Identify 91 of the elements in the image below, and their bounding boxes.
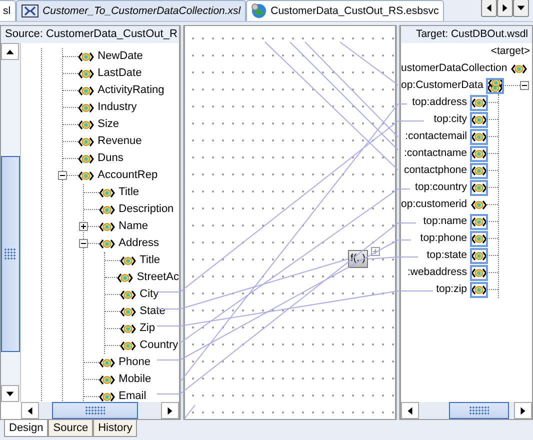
element-icon — [120, 340, 136, 350]
expand-toggle[interactable] — [520, 81, 530, 90]
element-icon — [78, 136, 94, 146]
tree-item[interactable]: top:state — [426, 247, 467, 264]
minus-icon — [80, 240, 87, 247]
scroll-left-button[interactable] — [481, 0, 497, 17]
plus-icon — [80, 223, 87, 230]
view-tab[interactable]: Source — [48, 420, 94, 437]
tree-item[interactable]: AccountRep — [98, 167, 158, 184]
mapper-file-icon — [20, 4, 39, 18]
tree-item[interactable]: Address — [118, 235, 160, 252]
scroll-thumb[interactable] — [1, 156, 20, 352]
tree-item[interactable]: top:city — [434, 111, 467, 128]
element-icon — [98, 374, 115, 384]
scroll-right-button[interactable] — [514, 402, 532, 419]
tree-item[interactable]: Industry — [98, 99, 137, 116]
mapping-line — [184, 404, 196, 418]
tree-item[interactable]: :webaddress — [407, 264, 467, 281]
tree-item[interactable]: Country — [140, 337, 178, 354]
element-icon — [78, 102, 94, 112]
tree-item[interactable]: StreetAc — [136, 269, 179, 286]
tree-item[interactable]: :contactemail — [405, 128, 467, 145]
tree-item[interactable]: :contactname — [404, 145, 467, 162]
tree-item[interactable]: Revenue — [98, 133, 142, 150]
element-icon — [98, 204, 115, 214]
element-icon — [78, 120, 94, 130]
tree-item[interactable]: op:CustomerData — [401, 77, 484, 94]
view-tab[interactable]: History — [93, 420, 138, 437]
element-icon — [98, 222, 115, 232]
vertical-scrollbar[interactable] — [1, 43, 21, 402]
tree-item[interactable]: Size — [98, 116, 120, 133]
element-icon — [98, 238, 115, 248]
element-icon — [98, 358, 115, 368]
element-icon — [120, 324, 136, 334]
tree-item[interactable]: Description — [118, 201, 174, 218]
element-icon — [98, 188, 115, 198]
element-icon — [78, 52, 94, 62]
scroll-left-button[interactable] — [401, 402, 419, 419]
plus-icon — [372, 248, 379, 255]
horizontal-scrollbar[interactable] — [401, 402, 532, 419]
expand-toggle[interactable] — [58, 171, 67, 180]
scroll-thumb[interactable] — [52, 402, 138, 419]
tree-item[interactable]: op:customerid — [401, 196, 467, 213]
tree-item[interactable]: City — [140, 286, 159, 303]
element-icon — [78, 68, 94, 78]
scroll-up-button[interactable] — [1, 43, 20, 60]
horizontal-scrollbar[interactable] — [21, 402, 179, 419]
tree-item[interactable]: Email — [118, 388, 146, 402]
element-icon — [78, 86, 94, 96]
editor-tab[interactable]: CustomerData_CustOut_RS.esbsvc — [246, 0, 444, 21]
tree-item[interactable]: Mobile — [118, 371, 152, 388]
tree-item[interactable]: top:country — [415, 179, 467, 196]
expand-toggle[interactable] — [78, 222, 88, 231]
tree-item[interactable]: LastDate — [98, 65, 142, 82]
tree-item[interactable]: ActivityRating — [98, 82, 164, 99]
editor-tab[interactable]: Customer_To_CustomerDataCollection.xsl — [16, 0, 246, 21]
tree-item[interactable]: top:phone — [420, 230, 467, 247]
globe-icon — [250, 3, 267, 19]
panel-title: Source: CustomerData_CustOut_R — [1, 26, 179, 43]
tree-item[interactable]: top:address — [412, 94, 467, 111]
tree-item[interactable]: <target> — [490, 43, 530, 60]
tree-item[interactable]: Phone — [118, 354, 150, 371]
element-icon — [120, 306, 136, 316]
element-icon — [120, 290, 136, 300]
panel-title: Target: CustDBOut.wsdl — [401, 26, 532, 43]
scroll-thumb[interactable] — [449, 402, 509, 419]
tree-item[interactable]: Zip — [140, 320, 155, 337]
scroll-right-button[interactable] — [161, 402, 179, 419]
tab-list-button[interactable] — [513, 0, 529, 17]
element-icon — [98, 392, 115, 402]
scroll-right-button[interactable] — [497, 0, 513, 17]
minus-icon — [58, 172, 66, 179]
tree-item[interactable]: Name — [118, 218, 148, 235]
tree-item[interactable]: ustomerDataCollection — [401, 60, 508, 77]
scroll-left-button[interactable] — [21, 402, 39, 419]
tree-item[interactable]: top:name — [423, 213, 467, 230]
tree-item[interactable]: Title — [140, 252, 160, 269]
editor-tab[interactable]: sl — [0, 0, 16, 21]
tree-item[interactable]: Title — [118, 184, 140, 201]
tree-item[interactable]: Duns — [98, 150, 124, 167]
element-icon — [78, 154, 94, 164]
tree-item[interactable]: contactphone — [404, 162, 467, 179]
scroll-down-button[interactable] — [1, 385, 20, 402]
expand-toggle[interactable] — [78, 239, 88, 248]
element-icon — [78, 170, 94, 180]
view-tab[interactable]: Design — [4, 420, 48, 437]
tree-item[interactable]: NewDate — [98, 48, 143, 65]
minus-icon — [521, 82, 528, 89]
element-icon — [120, 256, 136, 266]
tree-item[interactable]: top:zip — [436, 281, 467, 298]
element-icon — [116, 272, 133, 282]
